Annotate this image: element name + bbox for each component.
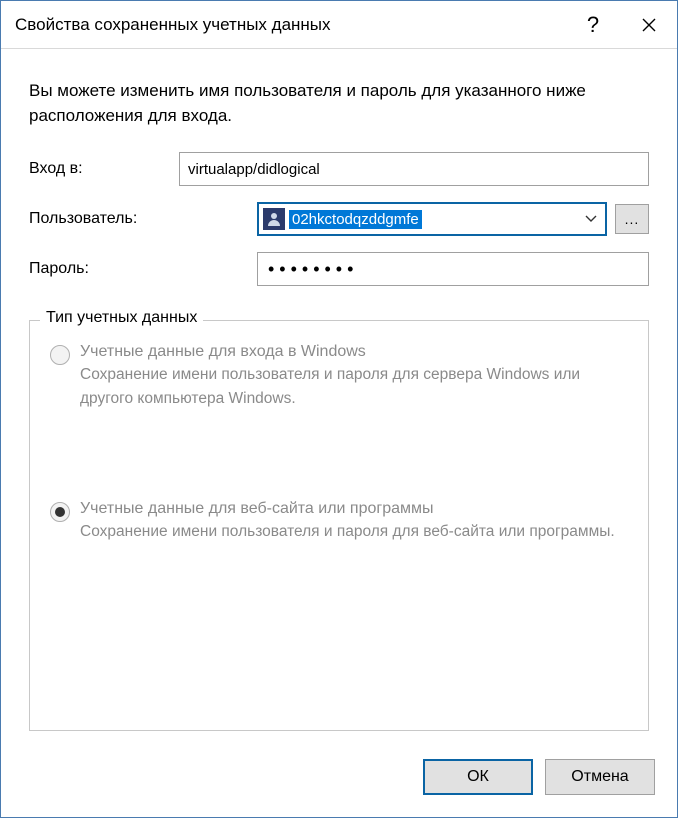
user-combobox[interactable]: 02hkctodqzddgmfe [257, 202, 607, 236]
cancel-button[interactable]: Отмена [545, 759, 655, 795]
intro-text: Вы можете изменить имя пользователя и па… [29, 79, 649, 128]
credential-type-group: Тип учетных данных Учетные данные для вх… [29, 320, 649, 731]
chevron-down-icon [577, 204, 605, 234]
ok-button[interactable]: ОК [423, 759, 533, 795]
radio-website-credentials: Учетные данные для веб-сайта или програм… [50, 500, 628, 543]
login-row: Вход в: [29, 152, 649, 186]
user-avatar-icon [263, 208, 285, 230]
user-selected-value: 02hkctodqzddgmfe [289, 210, 422, 229]
radio-description: Сохранение имени пользователя и пароля д… [80, 520, 628, 543]
dialog-window: Свойства сохраненных учетных данных ? Вы… [0, 0, 678, 818]
group-legend: Тип учетных данных [40, 309, 203, 327]
password-row: Пароль: [29, 252, 649, 286]
radio-title: Учетные данные для входа в Windows [80, 343, 628, 361]
radio-windows-credentials: Учетные данные для входа в Windows Сохра… [50, 343, 628, 410]
radio-icon [50, 502, 70, 522]
password-input[interactable] [257, 252, 649, 286]
dialog-footer: ОК Отмена [1, 741, 677, 817]
dialog-body: Вы можете изменить имя пользователя и па… [1, 49, 677, 741]
radio-description: Сохранение имени пользователя и пароля д… [80, 363, 628, 410]
login-input[interactable] [179, 152, 649, 186]
browse-button[interactable]: ... [615, 204, 649, 234]
radio-icon [50, 345, 70, 365]
close-icon [641, 17, 657, 33]
user-row: Пользователь: 02hkctodqzddgmfe ... [29, 202, 649, 236]
user-label: Пользователь: [29, 210, 179, 228]
radio-title: Учетные данные для веб-сайта или програм… [80, 500, 628, 518]
window-title: Свойства сохраненных учетных данных [15, 15, 565, 35]
close-button[interactable] [621, 1, 677, 49]
password-label: Пароль: [29, 260, 179, 278]
login-label: Вход в: [29, 160, 179, 178]
titlebar: Свойства сохраненных учетных данных ? [1, 1, 677, 49]
help-button[interactable]: ? [565, 1, 621, 49]
